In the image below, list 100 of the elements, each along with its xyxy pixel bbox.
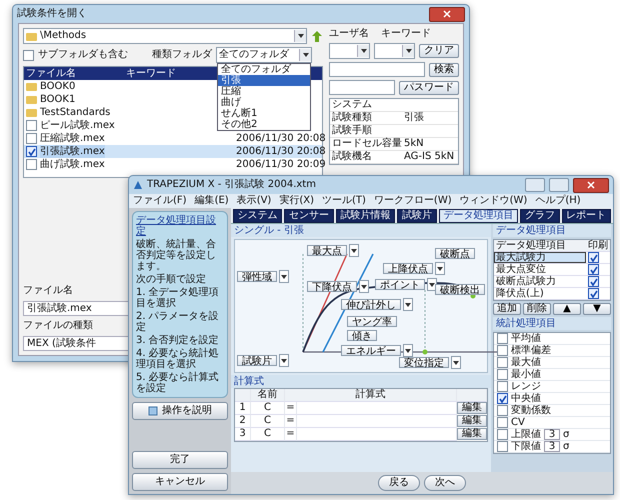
dropdown-option[interactable]: 全てのフォルダ [218,64,310,75]
checkbox[interactable] [26,159,37,170]
formula-field[interactable] [297,402,457,415]
table-cell[interactable]: 降伏点(上) [494,288,586,300]
tab[interactable]: レポート [562,209,611,223]
menu-item[interactable]: ツール(T) [322,194,366,208]
table-cell[interactable]: C [251,402,285,415]
checkbox[interactable] [497,369,508,380]
print-checkbox[interactable] [588,252,599,263]
tab[interactable]: データ処理項目 [438,209,518,223]
print-checkbox[interactable] [588,288,599,299]
column-header[interactable]: ファイル名 [24,67,124,80]
menu-item[interactable]: 表示(V) [236,194,272,208]
back-button[interactable]: 戻る [378,475,420,491]
point-button[interactable]: 伸び計外し [341,299,401,310]
menu-item[interactable]: 実行(X) [279,194,314,208]
point-button[interactable]: 破断検出 [435,284,485,295]
number-field[interactable]: 3 [544,441,560,452]
table-cell[interactable]: C [251,428,285,441]
subfolder-checkbox[interactable] [23,50,34,60]
maximize-button[interactable] [549,178,569,192]
file-name[interactable]: ピール試験.mex [40,119,115,132]
dropdown-option[interactable]: 圧縮 [218,86,310,97]
tab[interactable]: センサー [284,209,334,223]
dropdown-button[interactable] [279,270,289,283]
file-name[interactable]: TestStandards [40,106,110,119]
dropdown-button[interactable] [403,344,413,357]
file-name[interactable]: 引張試験.mex [40,145,105,158]
point-button[interactable]: 下降伏点 [307,281,357,292]
dropdown-option[interactable]: 引張 [218,75,310,86]
tab[interactable]: システム [233,209,282,223]
checkbox[interactable] [497,405,508,416]
dropdown-button[interactable] [359,280,369,293]
dropdown-button[interactable] [403,298,413,311]
checkbox[interactable] [497,357,508,368]
edit-button[interactable]: 編集 [457,402,487,414]
tab[interactable]: 試験片 [397,209,437,223]
checkbox[interactable] [497,381,508,392]
table-cell[interactable]: 破断点試験力 [494,276,586,288]
menu-item[interactable]: ファイル(F) [133,194,187,208]
finish-button[interactable]: 完了 [132,451,228,469]
minimize-button[interactable] [525,178,545,192]
close-button[interactable] [429,6,465,22]
checkbox[interactable] [497,417,508,428]
checkbox[interactable] [26,133,37,144]
list-button[interactable]: 削除 [523,303,551,315]
password-button[interactable]: パスワード [399,80,459,94]
close-button[interactable] [573,178,609,192]
dropdown-option[interactable]: その他2 [218,119,310,130]
point-button[interactable]: 最大点 [307,245,347,256]
user-combobox[interactable] [329,43,370,59]
file-name[interactable]: BOOK1 [40,93,76,106]
checkbox[interactable] [497,345,508,356]
path-combobox[interactable]: \Methods [23,28,307,44]
dropdown-option[interactable]: せん断1 [218,108,310,119]
point-button[interactable]: 変位指定 [399,357,449,368]
file-name[interactable]: 曲げ試験.mex [40,158,105,171]
table-cell[interactable]: 最大試験力 [494,252,586,264]
list-button[interactable]: ▼ [583,303,611,315]
print-checkbox[interactable] [588,276,599,287]
list-button[interactable]: 追加 [493,303,521,315]
search-button[interactable]: 検索 [429,62,459,76]
edit-button[interactable]: 編集 [457,428,487,440]
table-cell[interactable]: C [251,415,285,428]
explain-button[interactable]: 操作を説明 [132,402,228,420]
checkbox[interactable] [497,429,508,440]
keyword-combobox[interactable] [374,43,415,59]
menu-item[interactable]: ヘルプ(H) [535,194,581,208]
checkbox[interactable] [497,441,508,452]
tab[interactable]: 試験片情報 [336,209,396,223]
input-field[interactable] [329,62,425,77]
formula-field[interactable] [297,415,457,428]
file-name[interactable]: 圧縮試験.mex [40,132,105,145]
menu-item[interactable]: 編集(E) [194,194,229,208]
checkbox[interactable] [497,333,508,344]
point-button[interactable]: 上降伏点 [383,263,433,274]
clear-button[interactable]: クリア [419,44,459,58]
file-name-field[interactable]: 引張試験.mex [23,301,131,316]
point-button[interactable]: 傾き [347,330,377,341]
file-name[interactable]: BOOK0 [40,80,76,93]
point-button[interactable]: ヤング率 [347,316,397,327]
point-button[interactable]: 試験片 [237,355,277,366]
table-cell[interactable]: 最大点変位 [494,264,586,276]
checkbox[interactable] [26,146,37,157]
tab[interactable]: グラフ [520,209,560,223]
list-button[interactable]: ▲ [553,303,581,315]
print-checkbox[interactable] [588,264,599,275]
menu-item[interactable]: ウィンドウ(W) [460,194,528,208]
file-type-field[interactable]: MEX (試験条件 [23,336,131,351]
point-button[interactable]: 弾性域 [237,271,277,282]
input-field[interactable] [329,80,395,95]
guide-title[interactable]: データ処理項目設定 [136,215,224,237]
number-field[interactable]: 3 [544,429,560,440]
dropdown-button[interactable] [435,262,445,275]
point-button[interactable]: エネルギー [341,345,401,356]
checkbox[interactable] [26,120,37,131]
dropdown-button[interactable] [349,244,359,257]
next-button[interactable]: 次へ [424,475,466,491]
menu-item[interactable]: ワークフロー(W) [374,194,452,208]
point-button[interactable]: 破断点 [435,248,475,259]
